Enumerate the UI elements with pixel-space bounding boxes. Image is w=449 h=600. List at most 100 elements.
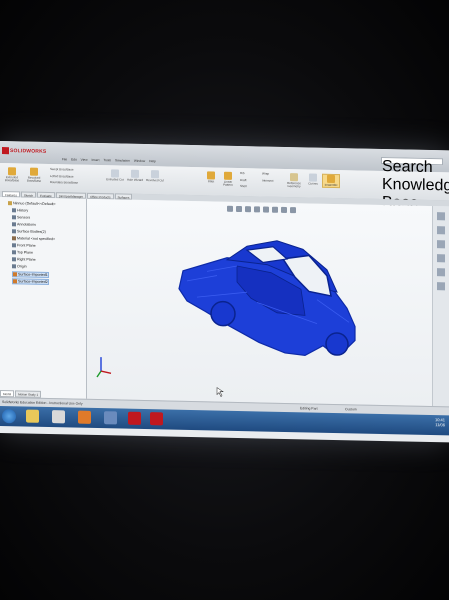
solidworks-taskbar-icon[interactable] [128,411,141,425]
status-units-text[interactable]: Custom [345,407,357,411]
button-label: Swept Boss/Base [50,167,74,172]
feature-manager-tree: Ninnuo (Default<<Default> History Sensor… [0,197,87,399]
shell-button[interactable]: Shell [240,184,252,189]
tree-item-label: Top Plane [17,250,33,255]
tree-item-right-plane[interactable]: Right Plane [12,257,36,262]
button-label: Curves [308,181,318,186]
linear-pattern-button[interactable]: Linear Pattern [220,171,236,188]
button-label: Boundary Boss/Base [50,180,79,185]
solidworks-resources-icon[interactable] [437,212,445,221]
hole-wizard-button[interactable]: Hole Wizard [126,169,144,183]
imported-surface-icon [13,272,17,277]
annotations-icon [12,222,16,227]
tree-item-label: Front Plane [17,243,36,248]
button-label: Shell [240,184,247,189]
draft-button[interactable]: Draft [240,178,252,183]
tree-item-label: Material <not specified> [17,236,56,242]
instant3d-button[interactable]: Instant3D [322,173,340,189]
explorer-icon[interactable] [26,409,39,423]
reference-geometry-button[interactable]: Reference Geometry [284,173,304,189]
revolved-boss-button[interactable]: Revolved Boss/Base [24,167,44,184]
tree-item-label: Annotations [17,222,36,227]
button-label: Revolved Cut [146,178,165,183]
revolve-cut-icon [151,170,159,179]
design-library-icon[interactable] [437,226,445,235]
tree-item-material[interactable]: Material <not specified> [12,236,55,241]
extruded-boss-button[interactable]: Extruded Boss/Base [2,167,22,183]
menu-file[interactable]: File [62,157,67,161]
button-label: Instant3D [324,182,338,188]
extruded-cut-button[interactable]: Extruded Cut [106,169,124,182]
menu-edit[interactable]: Edit [71,157,77,161]
search-input[interactable]: Search Knowledge Base [381,156,449,212]
button-label: Draft [240,178,247,183]
wrap-button[interactable]: Wrap [262,171,276,176]
curves-button[interactable]: Curves [306,173,320,186]
surface-bodies-icon [12,229,16,234]
solidworks-taskbar-icon[interactable] [150,412,163,426]
plane-icon [12,250,16,255]
button-label: Intersect [262,178,274,183]
swept-boss-button[interactable]: Swept Boss/Base [50,167,80,172]
tree-item-top-plane[interactable]: Top Plane [12,250,33,255]
tree-item-annotations[interactable]: Annotations [12,222,36,227]
tree-item-surface-bodies[interactable]: Surface Bodies(2) [12,229,46,234]
menu-help[interactable]: Help [149,159,156,163]
history-icon [12,208,16,213]
instant3d-icon [327,174,335,184]
fillet-icon [207,171,215,180]
rib-button[interactable]: Rib [240,171,252,176]
tree-item-sensors[interactable]: Sensors [12,215,31,220]
intersect-button[interactable]: Intersect [262,178,280,183]
start-button[interactable] [2,409,16,424]
solidworks-logo: SOLIDWORKS [2,147,46,155]
tree-item-origin[interactable]: Origin [12,264,27,269]
menu-simulation[interactable]: Simulation [115,158,130,162]
tree-item-label: Surface-Imported1 [18,272,48,278]
lofted-boss-button[interactable]: Lofted Boss/Base [50,174,80,179]
app-icon[interactable] [104,411,117,425]
custom-properties-icon[interactable] [437,282,445,291]
hole-icon [131,169,139,178]
fillet-button[interactable]: Fillet [204,171,218,184]
menu-tools[interactable]: Tools [103,158,110,162]
menu-view[interactable]: View [81,158,88,162]
tree-item-part[interactable]: Ninnuo (Default<<Default> [8,201,56,206]
plane-icon [12,257,16,262]
material-icon [12,236,16,241]
tree-item-surface-imported2[interactable]: Surface-Imported2 [12,278,49,286]
file-explorer-icon[interactable] [437,240,445,249]
system-tray-clock[interactable]: 10:41 11/06 [435,417,445,427]
graphics-area[interactable] [87,198,433,407]
tree-item-surface-imported1[interactable]: Surface-Imported1 [12,271,49,279]
tree-item-front-plane[interactable]: Front Plane [12,243,36,248]
menu-insert[interactable]: Insert [92,158,100,162]
task-pane-right-strip [432,206,449,407]
curves-icon [309,173,317,182]
button-label: Rib [240,171,245,176]
button-label: Fillet [207,179,215,184]
car-body-model[interactable] [87,199,433,406]
chrome-icon[interactable] [52,410,65,424]
tree-item-label: Ninnuo (Default<<Default> [13,201,56,207]
app-icon[interactable] [78,410,91,424]
appearances-icon[interactable] [437,268,445,277]
tree-item-label: History [17,208,29,213]
revolved-cut-button[interactable]: Revolved Cut [146,170,164,183]
cut-icon [111,169,119,178]
plane-icon [12,243,16,248]
status-editing-text: Editing Part [300,406,318,411]
menu-window[interactable]: Window [134,159,145,163]
view-palette-icon[interactable] [437,254,445,263]
solidworks-logo-icon [2,147,9,155]
tree-item-label: Sensors [17,215,31,220]
reference-geometry-icon [290,173,298,182]
part-icon [8,201,12,206]
tree-item-history[interactable]: History [12,208,29,213]
extrude-icon [8,167,16,176]
boundary-boss-button[interactable]: Boundary Boss/Base [50,180,80,185]
sensors-icon [12,215,16,220]
button-label: Hole Wizard [126,177,144,182]
car-body-in-white-mesh [178,240,356,357]
coordinate-triad [96,357,112,378]
